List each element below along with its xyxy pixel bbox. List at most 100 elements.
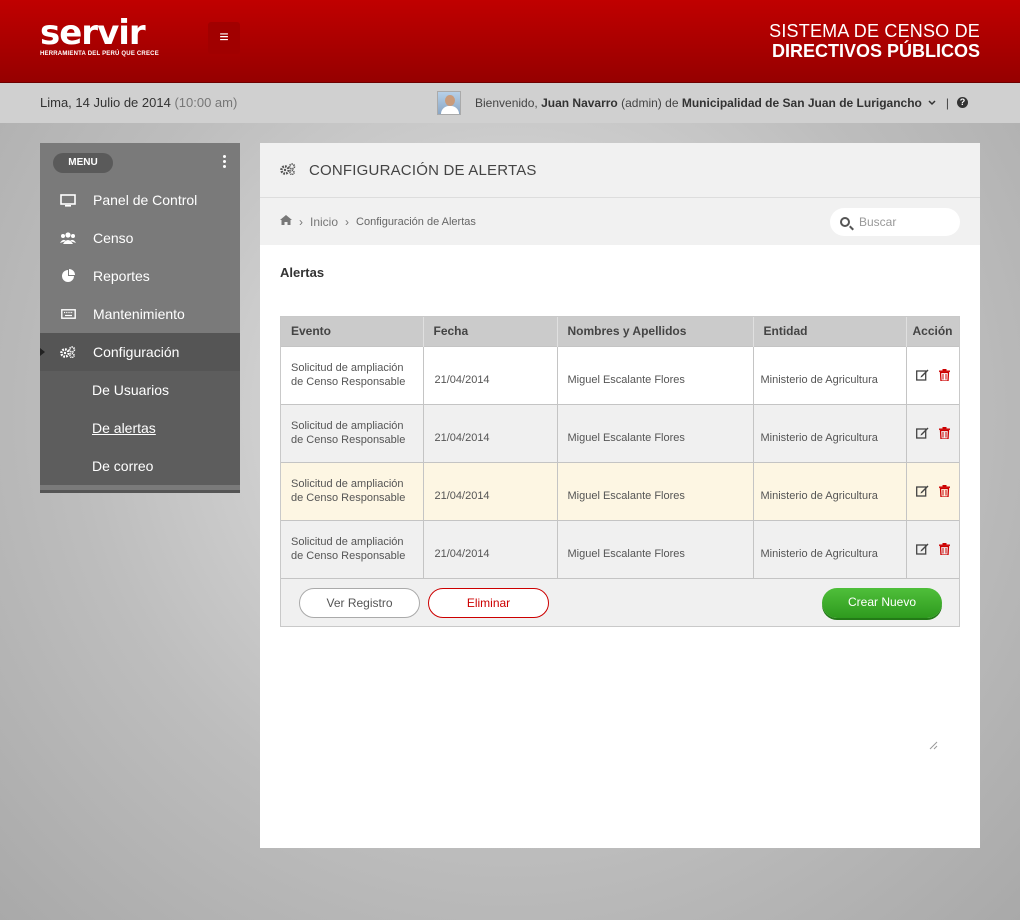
chevron-right-icon: › [345, 214, 350, 229]
menu-label: MENU [53, 153, 113, 173]
name-cell: Miguel Escalante Flores [557, 519, 754, 578]
logo-tagline: HERRAMIENTA DEL PERÚ QUE CRECE [40, 51, 159, 57]
main-panel: CONFIGURACIÓN DE ALERTAS › Inicio › Conf… [260, 143, 980, 848]
info-bar: Lima, 14 Julio de 2014 (10:00 am) Bienve… [0, 83, 1020, 123]
pie-chart-icon [60, 269, 76, 283]
sidebar-item-label: Censo [93, 230, 134, 246]
table-row[interactable]: Solicitud de ampliación de Censo Responsa… [281, 519, 959, 578]
servir-logo[interactable]: servir HERRAMIENTA DEL PERÚ QUE CRECE [40, 16, 159, 57]
top-header: servir HERRAMIENTA DEL PERÚ QUE CRECE ≡ … [0, 0, 1020, 83]
user-role: (admin) [621, 96, 662, 110]
action-cell [906, 519, 959, 578]
home-icon[interactable] [280, 215, 292, 228]
monitor-icon [60, 193, 76, 207]
table-row[interactable]: Solicitud de ampliación de Censo Responsa… [281, 461, 959, 520]
view-record-button[interactable]: Ver Registro [299, 588, 420, 618]
entity-selector[interactable]: Municipalidad de San Juan de Lurigancho [682, 96, 922, 110]
sidebar-item-reportes[interactable]: Reportes [40, 257, 240, 295]
resize-handle-icon[interactable] [928, 737, 938, 750]
trash-icon[interactable] [938, 543, 950, 556]
entity-cell: Ministerio de Agricultura [753, 345, 907, 404]
system-title-line1: SISTEMA DE CENSO DE [769, 21, 980, 41]
section-title: Alertas [280, 265, 325, 280]
edit-icon[interactable] [915, 427, 929, 439]
sidebar-subitem-de-usuarios[interactable]: De Usuarios [40, 371, 240, 409]
breadcrumb-home-link[interactable]: Inicio [310, 215, 338, 229]
help-icon[interactable]: ? [957, 97, 968, 108]
name-cell: Miguel Escalante Flores [557, 403, 754, 462]
user-name: Juan Navarro [541, 96, 618, 110]
sidebar-item-label: Configuración [93, 344, 180, 360]
table-row[interactable]: Solicitud de ampliación de Censo Responsa… [281, 345, 959, 404]
entity-cell: Ministerio de Agricultura [753, 519, 907, 578]
menu-header: MENU [40, 143, 240, 181]
sidebar-subitem-label: De Usuarios [92, 382, 170, 398]
name-cell: Miguel Escalante Flores [557, 345, 754, 404]
column-header[interactable]: Entidad [753, 317, 907, 346]
date-cell: 21/04/2014 [423, 403, 558, 462]
event-cell: Solicitud de ampliación de Censo Responsa… [281, 461, 424, 520]
action-cell [906, 345, 959, 404]
breadcrumb: › Inicio › Configuración de Alertas Busc… [260, 198, 980, 245]
event-cell: Solicitud de ampliación de Censo Responsa… [281, 345, 424, 404]
edit-icon[interactable] [915, 485, 929, 497]
sidebar-item-label: Panel de Control [93, 192, 198, 208]
edit-icon[interactable] [915, 369, 929, 381]
sidebar-item-mantenimiento[interactable]: Mantenimiento [40, 295, 240, 333]
trash-icon[interactable] [938, 485, 950, 497]
date-cell: 21/04/2014 [423, 461, 558, 520]
hamburger-icon: ≡ [219, 29, 229, 46]
action-cell [906, 461, 959, 520]
welcome-text: Bienvenido, [475, 96, 538, 110]
sidebar-item-label: Reportes [93, 268, 150, 284]
event-cell: Solicitud de ampliación de Censo Responsa… [281, 403, 424, 462]
table-footer: Ver Registro Eliminar Crear Nuevo [281, 578, 959, 626]
table-row[interactable]: Solicitud de ampliación de Censo Responsa… [281, 403, 959, 462]
divider: | [945, 96, 949, 110]
system-title: SISTEMA DE CENSO DE DIRECTIVOS PÚBLICOS [769, 21, 980, 61]
search-input[interactable]: Buscar [830, 208, 960, 236]
gears-icon [280, 162, 296, 178]
sidebar-subitem-de-alertas[interactable]: De alertas [40, 409, 240, 447]
of-text: de [665, 96, 679, 110]
action-cell [906, 403, 959, 462]
chevron-right-icon: › [299, 214, 303, 229]
panel-header: CONFIGURACIÓN DE ALERTAS › Inicio › Conf… [260, 143, 980, 245]
keyboard-icon [60, 309, 76, 319]
trash-icon[interactable] [938, 369, 950, 381]
trash-icon[interactable] [938, 427, 950, 439]
column-header[interactable]: Fecha [423, 317, 558, 346]
sidebar-subitem-de-correo[interactable]: De correo [40, 447, 240, 485]
logo-word: servir [40, 13, 146, 53]
hamburger-menu-button[interactable]: ≡ [208, 22, 240, 54]
date-cell: 21/04/2014 [423, 345, 558, 404]
users-icon [60, 232, 76, 244]
create-new-button[interactable]: Crear Nuevo [822, 588, 942, 618]
sidebar-subitem-label: De alertas [92, 420, 156, 436]
table-header-row: Evento Fecha Nombres y Apellidos Entidad… [281, 317, 959, 346]
time-text: (10:00 am) [174, 95, 238, 110]
column-header[interactable]: Evento [281, 317, 424, 346]
date-text: Lima, 14 Julio de 2014 [40, 95, 171, 110]
gears-icon [60, 346, 76, 358]
user-info: Bienvenido, Juan Navarro (admin) de Muni… [437, 91, 968, 115]
sidebar: MENU Panel de Control Censo Reportes Man… [40, 143, 240, 493]
sidebar-item-label: Mantenimiento [93, 306, 185, 322]
column-header[interactable]: Nombres y Apellidos [557, 317, 754, 346]
name-cell: Miguel Escalante Flores [557, 461, 754, 520]
kebab-icon[interactable] [223, 155, 226, 170]
sidebar-item-censo[interactable]: Censo [40, 219, 240, 257]
edit-icon[interactable] [915, 543, 929, 555]
delete-button[interactable]: Eliminar [428, 588, 549, 618]
alerts-table: Evento Fecha Nombres y Apellidos Entidad… [280, 316, 960, 627]
avatar[interactable] [437, 91, 461, 115]
chevron-down-icon[interactable] [928, 98, 936, 109]
sidebar-item-panel-de-control[interactable]: Panel de Control [40, 181, 240, 219]
search-placeholder: Buscar [859, 215, 897, 229]
current-date: Lima, 14 Julio de 2014 (10:00 am) [40, 95, 237, 110]
breadcrumb-current: Configuración de Alertas [356, 215, 476, 228]
column-header: Acción [906, 317, 959, 346]
date-cell: 21/04/2014 [423, 519, 558, 578]
sidebar-item-configuracion[interactable]: Configuración [40, 333, 240, 371]
sidebar-subitem-label: De correo [92, 458, 154, 474]
